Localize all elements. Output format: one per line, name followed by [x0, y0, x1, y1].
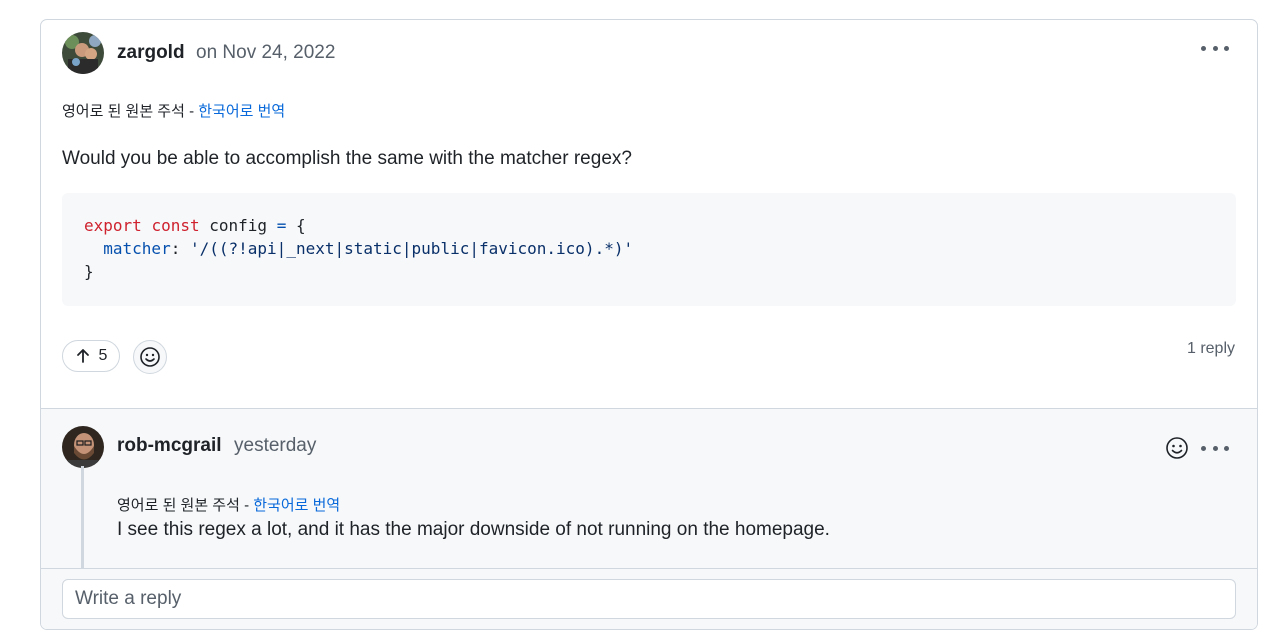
- thread-line: [81, 466, 84, 568]
- reply-composer: Write a reply: [41, 568, 1257, 629]
- comment-author[interactable]: zargold: [117, 42, 185, 64]
- code-block: export const config = { matcher: '/((?!a…: [62, 193, 1236, 306]
- reply-author[interactable]: rob-mcgrail: [117, 435, 222, 457]
- translate-link[interactable]: 한국어로 번역: [198, 103, 285, 120]
- smiley-icon: [140, 347, 160, 367]
- upvote-count: 5: [98, 347, 108, 364]
- arrow-up-icon: [76, 349, 89, 363]
- avatar-zargold[interactable]: [62, 32, 104, 74]
- code-line: matcher: '/((?!api|_next|static|public|f…: [103, 239, 634, 258]
- write-reply-input[interactable]: Write a reply: [62, 579, 1236, 619]
- reply-add-reaction-button[interactable]: [1165, 436, 1189, 465]
- discussion-comment-card: zargold on Nov 24, 2022 영어로 된 원본 주석 - 한국…: [40, 19, 1258, 630]
- kebab-horizontal-icon[interactable]: [1201, 38, 1229, 58]
- comment-timestamp[interactable]: on Nov 24, 2022: [196, 42, 335, 64]
- translation-note-text: 영어로 된 원본 주석 -: [117, 497, 250, 514]
- reply-timestamp[interactable]: yesterday: [234, 435, 316, 457]
- reply-translation-note: 영어로 된 원본 주석 - 한국어로 번역: [117, 494, 340, 515]
- translation-note: 영어로 된 원본 주석 - 한국어로 번역: [62, 100, 285, 121]
- translation-note-text: 영어로 된 원본 주석 -: [62, 103, 195, 120]
- reply-count[interactable]: 1 reply: [1187, 340, 1235, 358]
- reply-body: I see this regex a lot, and it has the m…: [117, 519, 830, 540]
- replies-section: rob-mcgrail yesterday 영어로 된 원본 주석 - 한국어로…: [41, 408, 1257, 629]
- code-line: export const config = {: [84, 216, 306, 235]
- translate-link[interactable]: 한국어로 번역: [253, 497, 340, 514]
- upvote-button[interactable]: 5: [62, 340, 120, 372]
- comment-body: Would you be able to accomplish the same…: [62, 148, 632, 169]
- code-line: }: [84, 262, 94, 281]
- add-reaction-button[interactable]: [133, 340, 167, 374]
- avatar-rob-mcgrail[interactable]: [62, 426, 104, 468]
- smiley-icon: [1166, 437, 1188, 459]
- main-comment: zargold on Nov 24, 2022 영어로 된 원본 주석 - 한국…: [41, 20, 1257, 408]
- kebab-horizontal-icon[interactable]: [1201, 438, 1229, 458]
